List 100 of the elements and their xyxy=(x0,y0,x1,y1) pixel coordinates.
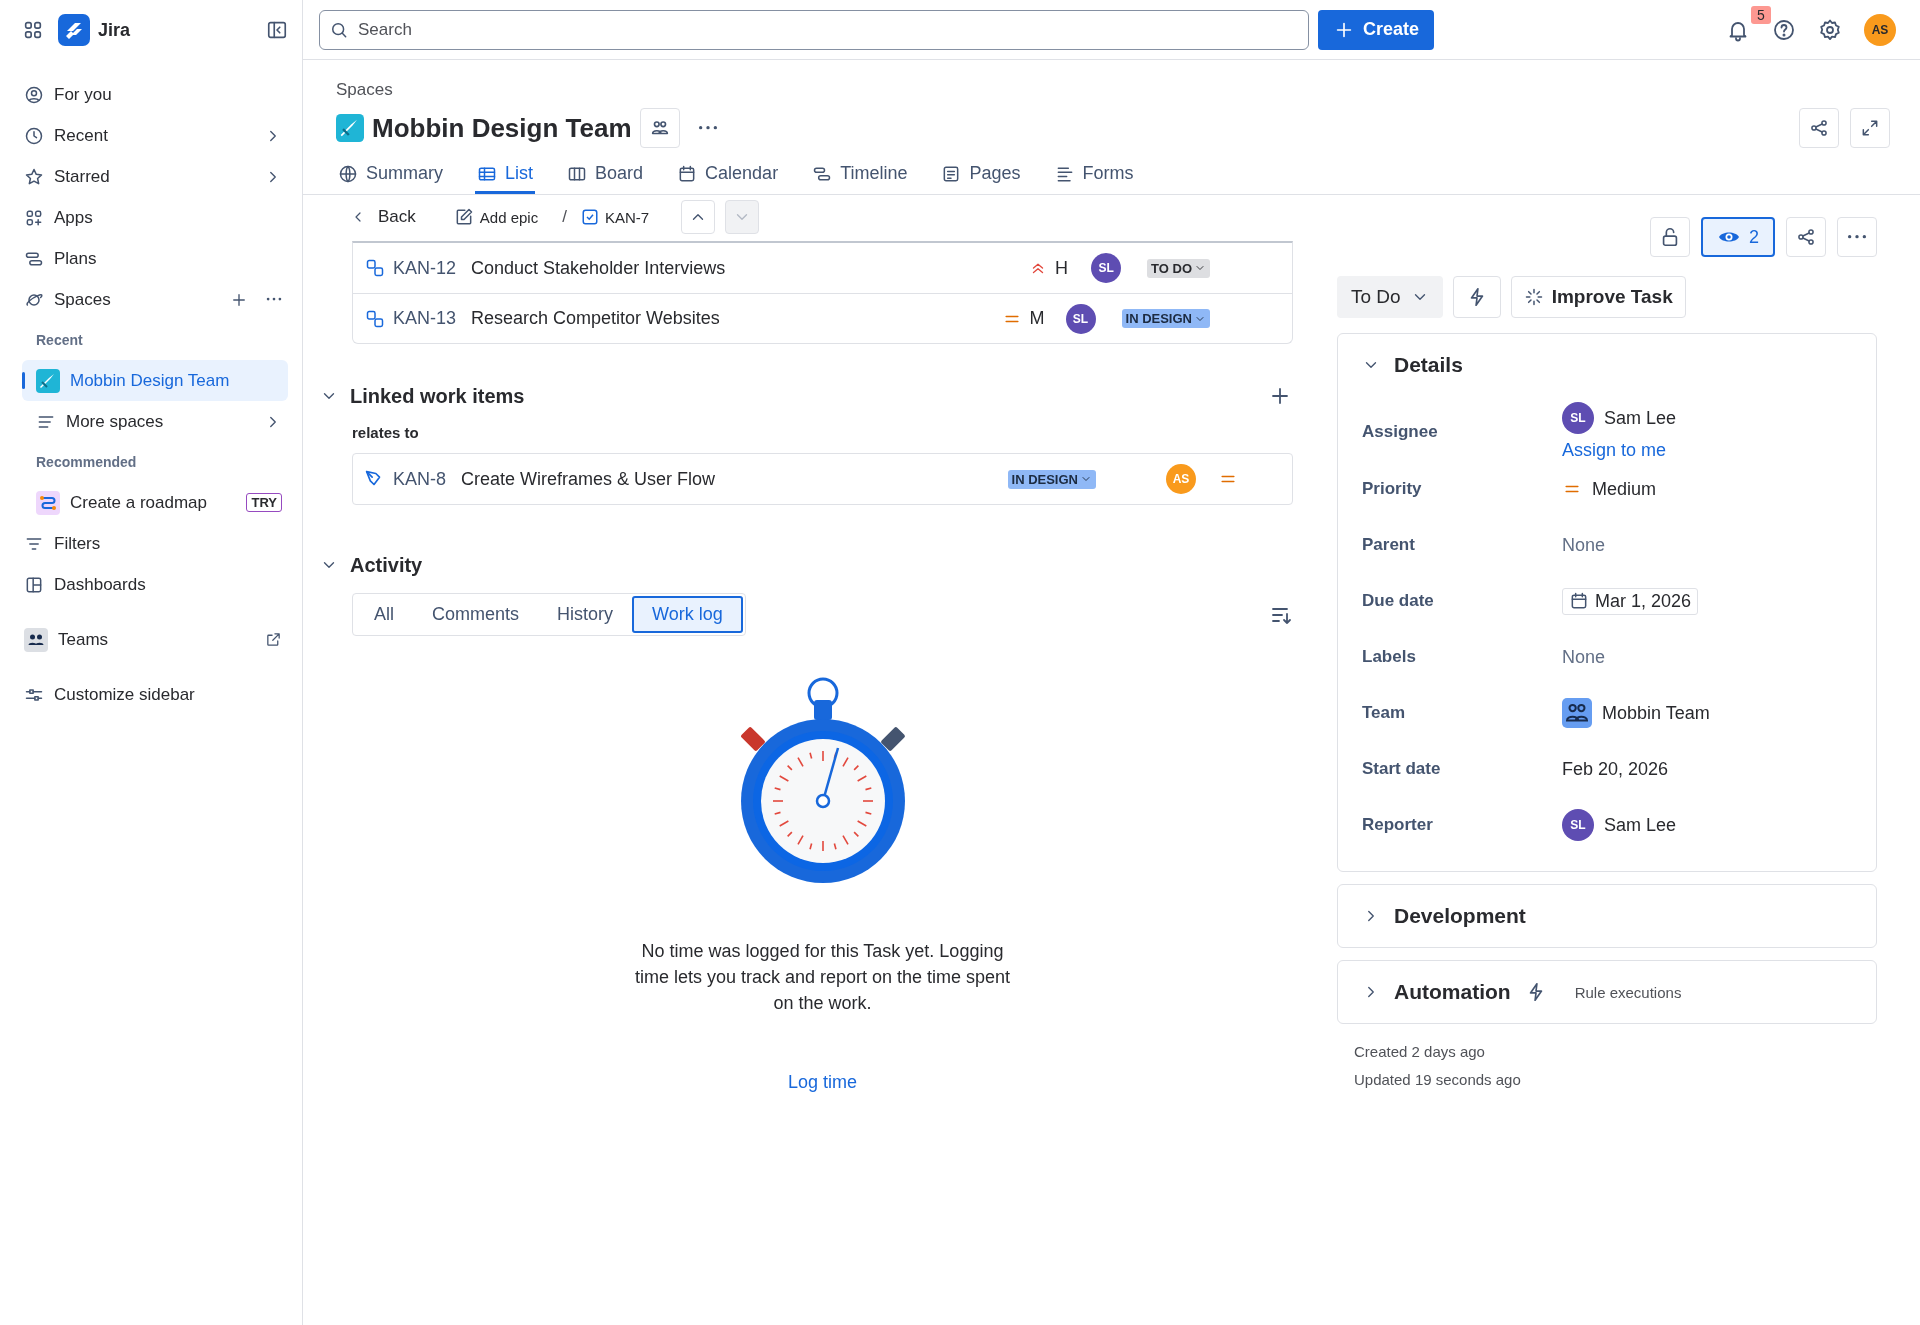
sidebar-item[interactable]: Filters xyxy=(22,523,288,564)
improve-task-button[interactable]: Improve Task xyxy=(1510,276,1686,318)
activity-tab[interactable]: All xyxy=(355,596,413,633)
sidebar-item[interactable]: Recent xyxy=(22,115,288,156)
clock-icon xyxy=(24,125,44,146)
field-value: Medium xyxy=(1592,478,1657,500)
sidebar-item[interactable]: Teams xyxy=(22,619,288,660)
issue-key[interactable]: KAN-8 xyxy=(393,468,446,490)
field-label: Parent xyxy=(1362,534,1416,556)
globe-icon xyxy=(338,163,358,184)
more-icon xyxy=(1847,234,1867,240)
checkbox-icon xyxy=(580,208,599,226)
section-title: Linked work items xyxy=(350,384,525,408)
back-button[interactable]: Back xyxy=(350,207,416,227)
sidebar-item[interactable]: For you xyxy=(22,74,288,115)
person-icon xyxy=(24,84,44,105)
help-button[interactable] xyxy=(1772,17,1796,42)
sidebar-item[interactable]: Mobbin Design Team xyxy=(22,360,288,401)
expand-icon xyxy=(1860,118,1880,138)
tab[interactable]: Summary xyxy=(336,156,445,194)
user-avatar[interactable]: AS xyxy=(1864,13,1896,46)
field-label: Start date xyxy=(1362,758,1442,780)
avatar: SL xyxy=(1562,402,1594,434)
tab[interactable]: Board xyxy=(565,156,646,194)
tab[interactable]: Calendar xyxy=(675,156,781,194)
panel-title[interactable]: Automation xyxy=(1394,980,1511,1004)
log-time-link[interactable]: Log time xyxy=(787,1072,857,1093)
external-link-icon xyxy=(265,631,282,648)
issue-key-link[interactable]: KAN-7 xyxy=(580,208,650,226)
status-dropdown[interactable]: IN DESIGN xyxy=(1007,469,1096,489)
tab[interactable]: Timeline xyxy=(810,156,910,194)
issue-key[interactable]: KAN-12 xyxy=(393,257,457,279)
assign-link[interactable]: Assign to me xyxy=(1562,440,1852,461)
sidebar-item[interactable]: More spaces xyxy=(22,401,288,442)
share-button[interactable] xyxy=(1786,217,1826,257)
avatar: SL xyxy=(1065,303,1096,334)
status-dropdown[interactable]: IN DESIGN xyxy=(1121,309,1210,328)
search-field[interactable]: Search xyxy=(319,9,1309,50)
priority-label: H xyxy=(1055,257,1070,279)
updated-text: Updated 19 seconds ago xyxy=(1354,1070,1522,1090)
activity-tab[interactable]: History xyxy=(538,596,633,633)
create-button[interactable]: Create xyxy=(1318,9,1435,50)
section-heading: Recommended xyxy=(35,453,138,472)
issue-summary[interactable]: Create Wireframes & User Flow xyxy=(461,468,1000,490)
tab[interactable]: Forms xyxy=(1052,156,1136,194)
panel-title[interactable]: Details xyxy=(1394,353,1463,377)
field-label: Labels xyxy=(1362,646,1417,668)
team-button[interactable] xyxy=(639,108,680,148)
roadmap-icon xyxy=(36,490,60,515)
notification-badge: 5 xyxy=(1751,5,1771,24)
app-switcher-icon xyxy=(22,19,44,41)
activity-tab[interactable]: Comments xyxy=(413,596,539,633)
sidebar-item[interactable]: Apps xyxy=(22,197,288,238)
field-value: None xyxy=(1562,534,1607,556)
issue-summary[interactable]: Research Competitor Websites xyxy=(471,308,994,329)
tab[interactable]: List xyxy=(475,156,536,194)
field-label: Reporter xyxy=(1362,814,1434,836)
activity-tab[interactable]: Work log xyxy=(632,596,743,633)
status-dropdown[interactable]: TO DO xyxy=(1147,258,1210,278)
sidebar-item[interactable]: Dashboards xyxy=(22,564,288,605)
subtask-icon xyxy=(365,258,385,278)
lock-button[interactable] xyxy=(1650,217,1690,257)
panel-note: Rule executions xyxy=(1574,983,1682,1001)
more-icon xyxy=(697,125,718,131)
subtask-icon xyxy=(365,308,385,329)
calendar-icon xyxy=(1569,591,1589,611)
sidebar-item[interactable]: Starred xyxy=(22,156,288,197)
people-icon xyxy=(24,627,48,652)
issue-summary[interactable]: Conduct Stakeholder Interviews xyxy=(471,257,1022,279)
issue-key[interactable]: KAN-13 xyxy=(393,308,457,329)
more-icon xyxy=(266,297,282,302)
sidebar-collapse-icon xyxy=(266,19,288,41)
breadcrumb-link[interactable]: Spaces xyxy=(336,80,1890,100)
field-value: Feb 20, 2026 xyxy=(1562,758,1670,780)
add-epic-button[interactable]: Add epic xyxy=(453,207,539,227)
share-icon xyxy=(1809,118,1829,138)
avatar: SL xyxy=(1562,809,1594,841)
star-icon xyxy=(24,166,44,187)
status-button[interactable]: To Do xyxy=(1337,276,1443,318)
share-button[interactable] xyxy=(1799,108,1839,148)
sidebar-item[interactable]: Spaces xyxy=(22,279,288,320)
app-name: Jira xyxy=(98,19,131,41)
date-button[interactable]: Mar 1, 2026 xyxy=(1562,587,1699,615)
try-badge: TRY xyxy=(246,493,282,512)
logo-icon xyxy=(58,14,90,46)
sidebar-item[interactable]: Customize sidebar xyxy=(22,674,288,715)
field-label: Due date xyxy=(1362,590,1435,612)
automation-button[interactable] xyxy=(1452,276,1501,318)
avatar: AS xyxy=(1166,464,1196,494)
watch-button[interactable]: 2 xyxy=(1701,217,1775,257)
field-value: None xyxy=(1562,646,1607,668)
team-icon xyxy=(1562,698,1592,728)
sidebar-item[interactable]: Plans xyxy=(22,238,288,279)
tab[interactable]: Pages xyxy=(939,156,1023,194)
panel-title[interactable]: Development xyxy=(1394,904,1526,928)
sidebar-item[interactable]: Create a roadmap TRY xyxy=(22,482,288,523)
expand-button[interactable] xyxy=(1850,108,1890,148)
section-heading: Recent xyxy=(35,331,84,350)
settings-button[interactable] xyxy=(1818,17,1842,42)
settings-icon xyxy=(1818,17,1842,42)
